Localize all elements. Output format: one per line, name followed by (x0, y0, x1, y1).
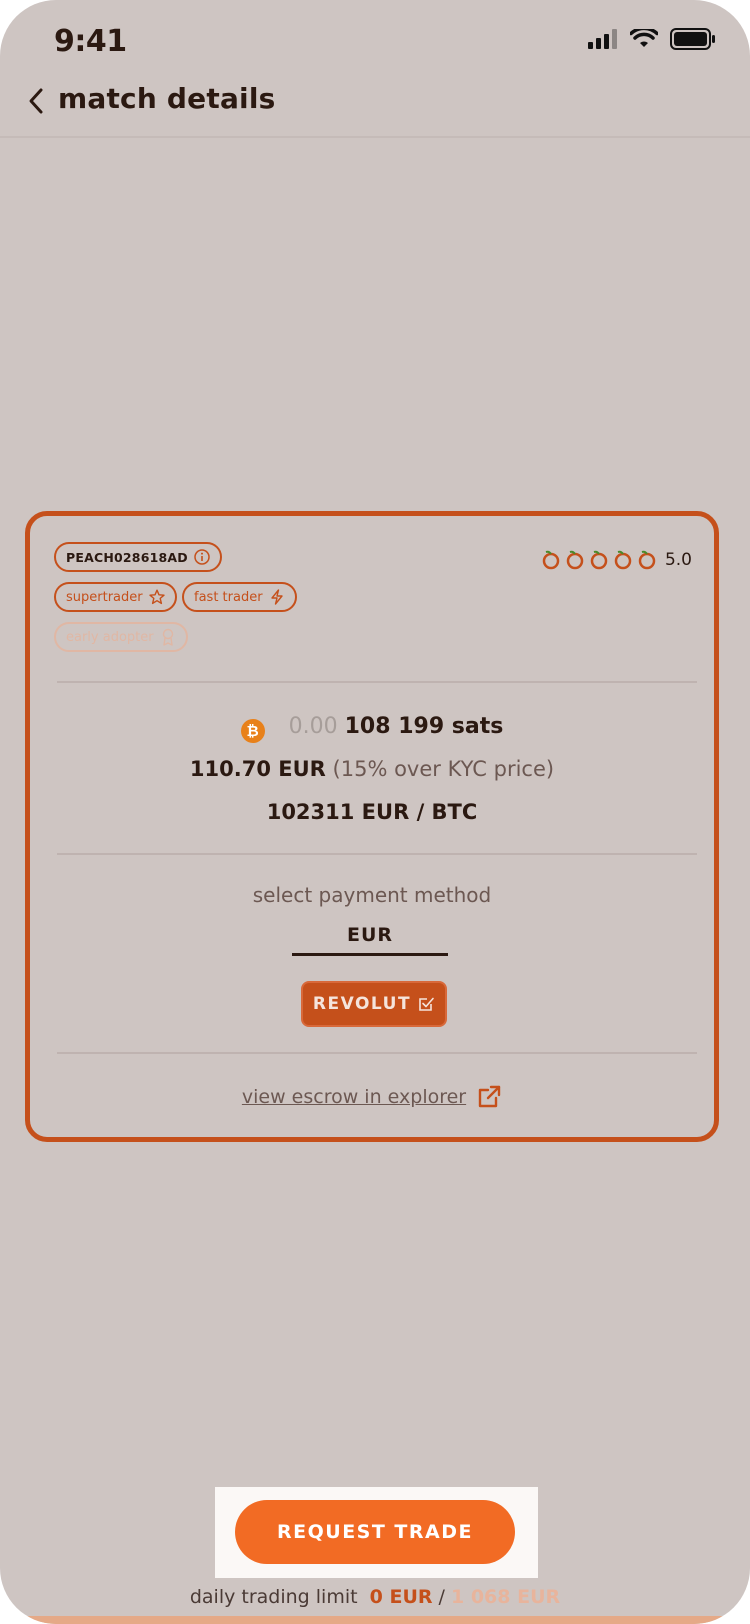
price-premium: (15% over KYC price) (332, 757, 555, 781)
supertrader-label: supertrader (66, 589, 143, 605)
exchange-rate: 102311 EUR / BTC (266, 800, 478, 824)
limit-used: 0 EUR (369, 1586, 433, 1608)
peach-rating-icon (590, 550, 608, 570)
request-trade-button[interactable]: REQUEST TRADE (235, 1500, 515, 1564)
escrow-link-text: view escrow in explorer (241, 1086, 467, 1108)
star-icon (148, 589, 165, 605)
status-bar: 9:41 (0, 0, 750, 88)
peach-rating-icon (542, 550, 560, 570)
daily-trading-limit: daily trading limit 0 EUR / 1 068 EUR (0, 1586, 750, 1608)
checkbox-checked-icon (419, 997, 434, 1011)
battery-icon (670, 28, 715, 50)
early-adopter-badge[interactable]: early adopter (54, 622, 188, 652)
divider (57, 681, 697, 683)
currency-tab-eur[interactable]: EUR (292, 921, 448, 956)
payment-method-label-text: REVOLUT (312, 994, 412, 1014)
peach-rating-icon (638, 550, 656, 570)
peach-id-badge[interactable]: PEACH028618AD (54, 542, 222, 572)
sats-value: 108 199 sats (344, 714, 504, 739)
back-chevron-icon[interactable] (24, 86, 48, 116)
user-rating: 5.0 (541, 550, 692, 570)
header: match details (0, 78, 750, 138)
peach-id-text: PEACH028618AD (66, 549, 188, 565)
signal-icon (588, 29, 617, 49)
status-icons (588, 28, 716, 50)
trade-price: 110.70 EUR (15% over KYC price) (30, 754, 714, 784)
peach-rating-icon (614, 550, 632, 570)
cta-container: REQUEST TRADE (215, 1487, 538, 1578)
external-link-icon (478, 1085, 501, 1108)
limit-max: 1 068 EUR (451, 1586, 561, 1608)
status-time: 9:41 (54, 24, 127, 59)
peach-rating-icon (566, 550, 584, 570)
match-card: PEACH028618AD supertrader fast trader ea… (25, 511, 719, 1142)
price-value: 110.70 EUR (189, 757, 326, 781)
trade-amount: ₿ 0.00 108 199 sats (30, 712, 714, 743)
bitcoin-icon: ₿ (240, 719, 265, 743)
limit-label: daily trading limit (189, 1586, 358, 1608)
supertrader-badge[interactable]: supertrader (54, 582, 177, 612)
info-icon (194, 549, 210, 565)
payment-method-button[interactable]: REVOLUT (301, 981, 447, 1027)
payment-method-label: select payment method (252, 883, 492, 907)
rating-value: 5.0 (664, 550, 692, 570)
divider (57, 1052, 697, 1054)
early-adopter-label: early adopter (66, 629, 154, 645)
fast-trader-label: fast trader (194, 589, 263, 605)
wifi-icon (630, 29, 658, 47)
home-indicator-strip (0, 1616, 750, 1624)
divider (57, 853, 697, 855)
limit-separator: / (438, 1586, 445, 1608)
award-icon (162, 628, 173, 646)
sats-prefix: 0.00 (288, 714, 338, 739)
lightning-icon (270, 589, 283, 605)
fast-trader-badge[interactable]: fast trader (182, 582, 297, 612)
phone-screen: 9:41 match details PEACH028618AD supertr… (0, 0, 750, 1624)
escrow-explorer-link[interactable]: view escrow in explorer (30, 1084, 714, 1110)
page-title: match details (58, 82, 276, 115)
